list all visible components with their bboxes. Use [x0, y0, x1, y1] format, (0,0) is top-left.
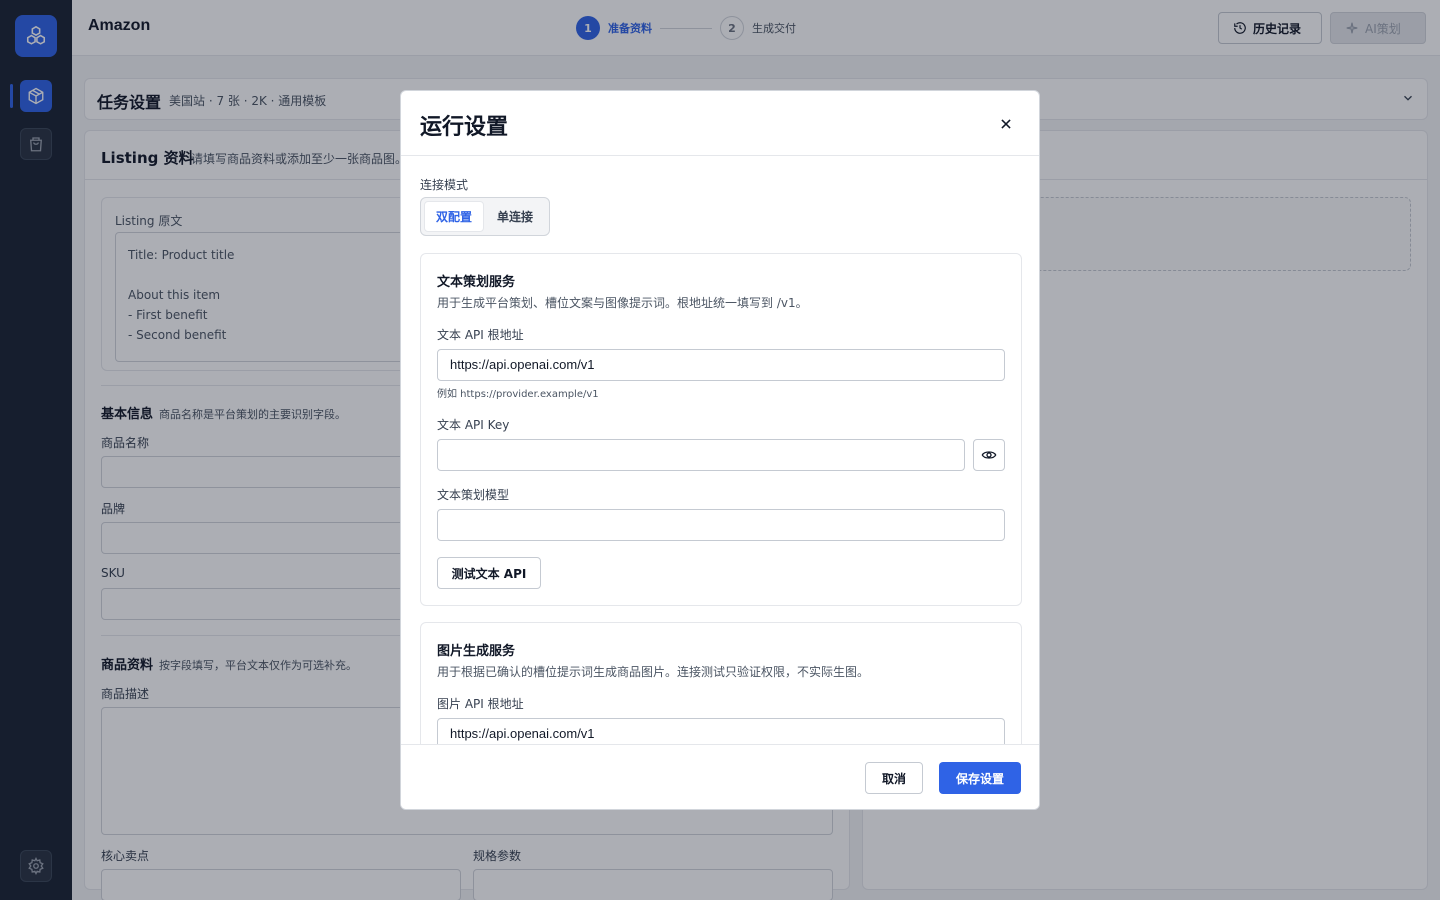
image-api-base-input[interactable]: https://api.openai.com/v1: [437, 718, 1005, 744]
test-text-api-button[interactable]: 测试文本 API: [437, 557, 541, 589]
text-model-input[interactable]: [437, 509, 1005, 541]
eye-icon: [981, 451, 997, 459]
text-api-base-label: 文本 API 根地址: [437, 328, 524, 342]
close-icon: [1001, 119, 1011, 129]
text-api-base-input[interactable]: https://api.openai.com/v1: [437, 349, 1005, 381]
image-service-card: 图片生成服务 用于根据已确认的槽位提示词生成商品图片。连接测试只验证权限，不实际…: [420, 622, 1022, 744]
image-service-title: 图片生成服务: [437, 644, 516, 659]
text-model-label: 文本策划模型: [437, 488, 510, 502]
mode-dual-config[interactable]: 双配置: [424, 201, 484, 232]
text-service-card: 文本策划服务 用于生成平台策划、槽位文案与图像提示词。根地址统一填写到 /v1。…: [420, 253, 1022, 606]
dialog-footer: 取消 保存设置: [401, 744, 1039, 809]
save-settings-button[interactable]: 保存设置: [939, 762, 1021, 794]
connection-mode-toggle: 双配置 单连接: [420, 197, 550, 236]
text-api-key-label: 文本 API Key: [437, 418, 510, 432]
mode-single-connection[interactable]: 单连接: [484, 201, 546, 232]
toggle-key-visibility-button[interactable]: [973, 439, 1005, 471]
text-api-key-input[interactable]: [437, 439, 965, 471]
cancel-button[interactable]: 取消: [865, 762, 923, 794]
dialog-title: 运行设置: [420, 115, 509, 140]
text-api-base-hint: 例如 https://provider.example/v1: [437, 389, 599, 400]
dialog-body[interactable]: 连接模式 双配置 单连接 文本策划服务 用于生成平台策划、槽位文案与图像提示词。…: [401, 156, 1039, 744]
close-button[interactable]: [993, 111, 1019, 137]
connection-mode-label: 连接模式: [420, 178, 469, 192]
text-service-title: 文本策划服务: [437, 275, 516, 290]
image-service-description: 用于根据已确认的槽位提示词生成商品图片。连接测试只验证权限，不实际生图。: [437, 665, 870, 679]
dialog-header: 运行设置: [401, 91, 1039, 156]
image-api-base-label: 图片 API 根地址: [437, 697, 524, 711]
text-service-description: 用于生成平台策划、槽位文案与图像提示词。根地址统一填写到 /v1。: [437, 296, 808, 310]
run-settings-dialog: 运行设置 连接模式 双配置 单连接 文本策划服务 用于生成平台策划、槽位文案与图…: [400, 90, 1040, 810]
